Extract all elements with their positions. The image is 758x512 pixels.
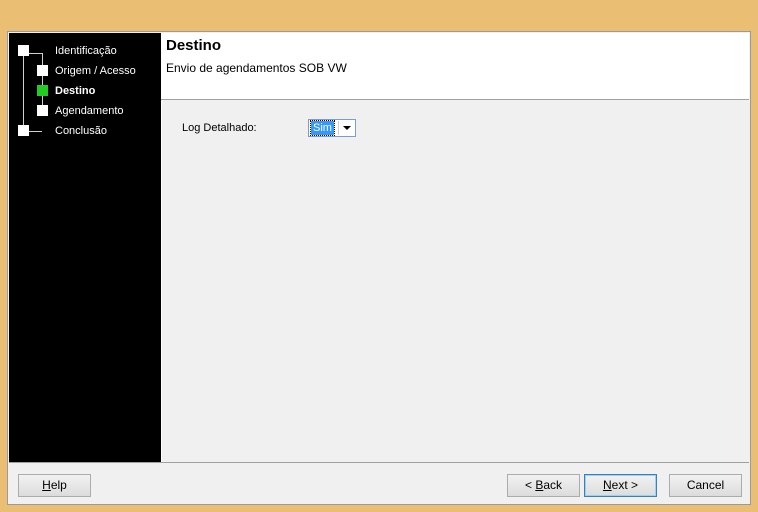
next-button[interactable]: Next >	[584, 474, 657, 497]
next-label: ext >	[611, 478, 639, 492]
content-panel: Log Detalhado: Sim	[161, 101, 749, 462]
cancel-button[interactable]: Cancel	[669, 474, 742, 497]
page-header: Destino Envio de agendamentos SOB VW	[161, 33, 749, 100]
wizard-step-tree: Identificação Origem / Acesso Destino Ag…	[9, 33, 161, 462]
step-label-identificacao: Identificação	[55, 45, 117, 57]
chevron-down-icon[interactable]	[338, 121, 354, 135]
tree-connector	[42, 53, 43, 112]
step-marker-destino	[37, 85, 48, 96]
step-label-agendamento: Agendamento	[55, 105, 124, 117]
button-bar: Help < Back Next > Cancel	[9, 462, 749, 504]
step-label-origem: Origem / Acesso	[55, 65, 136, 77]
step-label-destino: Destino	[55, 85, 96, 97]
step-marker-origem	[37, 65, 48, 76]
step-marker-identificacao	[18, 45, 29, 56]
tree-connector	[23, 53, 24, 132]
page-subtitle: Envio de agendamentos SOB VW	[166, 61, 347, 75]
help-button[interactable]: Help	[18, 474, 91, 497]
page-title: Destino	[166, 37, 222, 54]
back-prefix: <	[524, 478, 536, 492]
help-label: elp	[50, 478, 67, 492]
log-detalhado-value: Sim	[310, 120, 335, 136]
help-mnemonic: H	[42, 478, 51, 492]
log-detalhado-select[interactable]: Sim	[308, 119, 356, 137]
next-mnemonic: N	[602, 478, 612, 492]
step-marker-conclusao	[18, 125, 29, 136]
step-label-conclusao: Conclusão	[55, 125, 107, 137]
log-detalhado-label: Log Detalhado:	[182, 122, 257, 134]
step-marker-agendamento	[37, 105, 48, 116]
wizard-window: Identificação Origem / Acesso Destino Ag…	[7, 31, 751, 505]
back-label: ack	[543, 478, 563, 492]
back-button[interactable]: < Back	[507, 474, 580, 497]
